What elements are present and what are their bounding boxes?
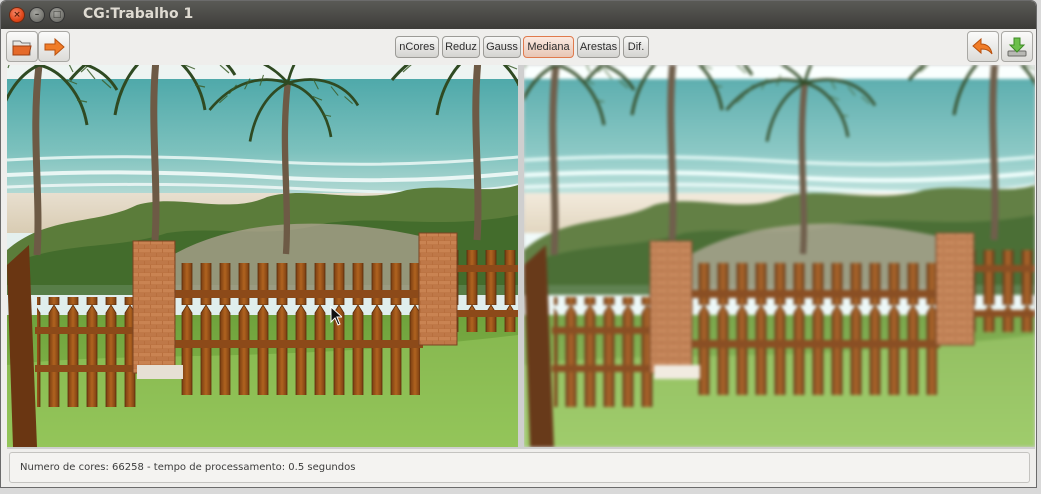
close-icon: × bbox=[13, 9, 21, 20]
app-window: × – □ CG:Trabalho 1 nCores Reduz Gauss M… bbox=[0, 0, 1037, 488]
title-bar[interactable]: × – □ CG:Trabalho 1 bbox=[1, 1, 1036, 29]
window-title: CG:Trabalho 1 bbox=[83, 6, 194, 22]
filter-arestas-button[interactable]: Arestas bbox=[577, 36, 620, 58]
undo-arrow-icon bbox=[972, 37, 993, 54]
filter-dif-button[interactable]: Dif. bbox=[623, 36, 649, 58]
undo-button[interactable] bbox=[967, 31, 999, 62]
filter-reduz-button[interactable]: Reduz bbox=[442, 36, 480, 58]
mouse-cursor-icon bbox=[330, 306, 342, 326]
status-text: Numero de cores: 66258 - tempo de proces… bbox=[20, 462, 356, 473]
maximize-icon: □ bbox=[52, 9, 62, 20]
filter-ncores-button[interactable]: nCores bbox=[395, 36, 439, 58]
open-file-button[interactable] bbox=[6, 31, 38, 62]
download-save-icon bbox=[1007, 37, 1027, 56]
minimize-icon: – bbox=[34, 9, 40, 20]
maximize-button[interactable]: □ bbox=[49, 7, 65, 23]
folder-open-icon bbox=[12, 40, 32, 55]
filter-gauss-button[interactable]: Gauss bbox=[483, 36, 521, 58]
toolbar: nCores Reduz Gauss Mediana Arestas Dif. bbox=[1, 29, 1036, 65]
original-image bbox=[7, 65, 518, 447]
image-comparison-area bbox=[7, 65, 1035, 449]
minimize-button[interactable]: – bbox=[29, 7, 45, 23]
status-bar: Numero de cores: 66258 - tempo de proces… bbox=[9, 452, 1030, 483]
close-button[interactable]: × bbox=[9, 7, 25, 23]
filter-mediana-button[interactable]: Mediana bbox=[523, 36, 574, 58]
arrow-right-icon bbox=[44, 37, 65, 56]
next-button[interactable] bbox=[38, 31, 70, 62]
processed-image bbox=[524, 65, 1035, 447]
save-button[interactable] bbox=[1001, 31, 1033, 62]
